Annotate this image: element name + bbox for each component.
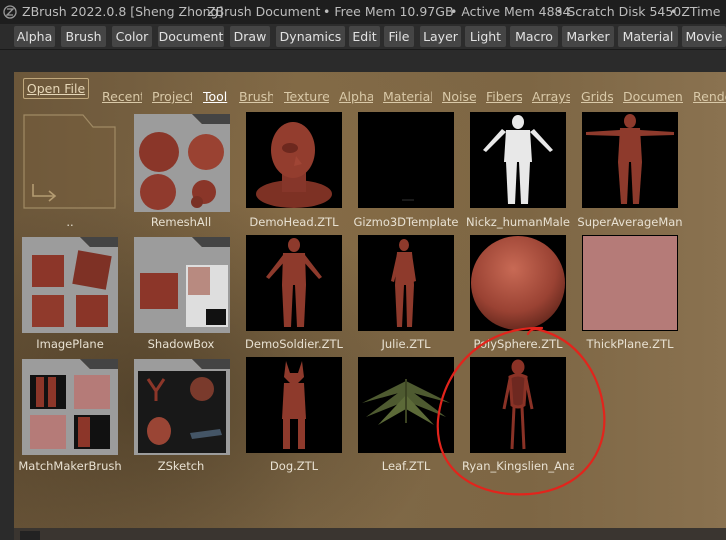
free-mem-readout: • Free Mem 10.97GB — [323, 4, 454, 19]
tab-recent[interactable]: Recent — [102, 88, 142, 106]
item-label-gizmo3dtemplate: Gizmo3DTemplate — [353, 215, 459, 229]
menu-light[interactable]: Light — [465, 26, 506, 47]
item-label-remeshall: RemeshAll — [150, 215, 212, 229]
bottom-tray — [14, 528, 726, 540]
menu-brush[interactable]: Brush — [61, 26, 106, 47]
demosoldier-thumbnail[interactable] — [246, 235, 342, 331]
imageplane-folder-icon[interactable] — [22, 235, 118, 333]
julie-thumbnail[interactable] — [358, 235, 454, 331]
zsketch-folder-icon[interactable] — [134, 357, 230, 455]
item-label-dog: Dog.ZTL — [269, 459, 319, 473]
tab-project[interactable]: Project — [152, 88, 192, 106]
menu-layer[interactable]: Layer — [420, 26, 461, 47]
tab-material[interactable]: Material — [383, 88, 432, 106]
upper-tray — [14, 50, 726, 72]
scratch-disk-readout: • Scratch Disk 5450 — [556, 4, 682, 19]
demohead-thumbnail[interactable] — [246, 112, 342, 208]
shadowbox-folder-icon[interactable] — [134, 235, 230, 333]
item-label-imageplane: ImagePlane — [36, 337, 104, 351]
menu-edit[interactable]: Edit — [349, 26, 380, 47]
nickz-humanmale-thumbnail[interactable] — [470, 112, 566, 208]
dog-thumbnail[interactable] — [246, 357, 342, 453]
menu-document[interactable]: Document — [158, 26, 224, 47]
tab-noise[interactable]: Noise — [442, 88, 476, 106]
menu-bar: Alpha Brush Color Document Draw Dynamics… — [0, 24, 726, 50]
tab-tool[interactable]: Tool — [203, 88, 229, 106]
thickplane-thumbnail[interactable] — [582, 235, 678, 331]
tab-fibers[interactable]: Fibers — [486, 88, 522, 106]
item-label-nickz-humanmale: Nickz_humanMale — [466, 215, 570, 229]
left-tray — [0, 50, 14, 540]
item-label-matchmakerbrush: MatchMakerBrush — [18, 459, 122, 473]
document-title: ZBrush Document — [207, 4, 321, 19]
item-label-superaverageman: SuperAverageMan — [577, 215, 683, 229]
tab-render[interactable]: Render — [693, 88, 726, 106]
item-label-parent: .. — [66, 215, 74, 229]
superaverageman-thumbnail[interactable] — [582, 112, 678, 208]
item-label-demohead: DemoHead.ZTL — [249, 215, 339, 229]
open-file-button[interactable]: Open File — [23, 78, 89, 99]
title-bar: ZBrush 2022.0.8 [Sheng Zhong] ZBrush Doc… — [0, 0, 726, 24]
menu-movie[interactable]: Movie — [682, 26, 726, 47]
menu-macro[interactable]: Macro — [510, 26, 558, 47]
tray-handle[interactable] — [20, 531, 40, 540]
item-label-demosoldier: DemoSoldier.ZTL — [245, 337, 343, 351]
menu-marker[interactable]: Marker — [562, 26, 614, 47]
thickplane-surface — [583, 236, 677, 330]
app-title: ZBrush 2022.0.8 [Sheng Zhong] — [22, 4, 224, 19]
polysphere-thumbnail[interactable] — [470, 235, 566, 331]
item-label-zsketch: ZSketch — [157, 459, 205, 473]
tab-arrays[interactable]: Arrays — [532, 88, 570, 106]
menu-file[interactable]: File — [384, 26, 414, 47]
matchmakerbrush-folder-icon[interactable] — [22, 357, 118, 455]
menu-alpha[interactable]: Alpha — [14, 26, 55, 47]
tab-document[interactable]: Document — [623, 88, 683, 106]
ztime-readout: • ZTime • — [670, 4, 726, 19]
remeshall-folder-icon[interactable] — [134, 112, 230, 212]
active-mem-readout: • Active Mem 4884 — [450, 4, 571, 19]
zbrush-logo-icon — [3, 5, 17, 19]
menu-dynamics[interactable]: Dynamics — [276, 26, 345, 47]
parent-folder-icon[interactable] — [21, 112, 119, 212]
annotation-circle — [436, 326, 606, 496]
item-label-shadowbox: ShadowBox — [147, 337, 215, 351]
tab-grids[interactable]: Grids — [581, 88, 613, 106]
tab-brush[interactable]: Brush — [239, 88, 273, 106]
menu-draw[interactable]: Draw — [230, 26, 270, 47]
tab-texture[interactable]: Texture — [284, 88, 329, 106]
gizmo3dtemplate-thumbnail[interactable] — [358, 112, 454, 208]
menu-color[interactable]: Color — [112, 26, 152, 47]
menu-material[interactable]: Material — [618, 26, 678, 47]
tab-alpha[interactable]: Alpha — [339, 88, 373, 106]
